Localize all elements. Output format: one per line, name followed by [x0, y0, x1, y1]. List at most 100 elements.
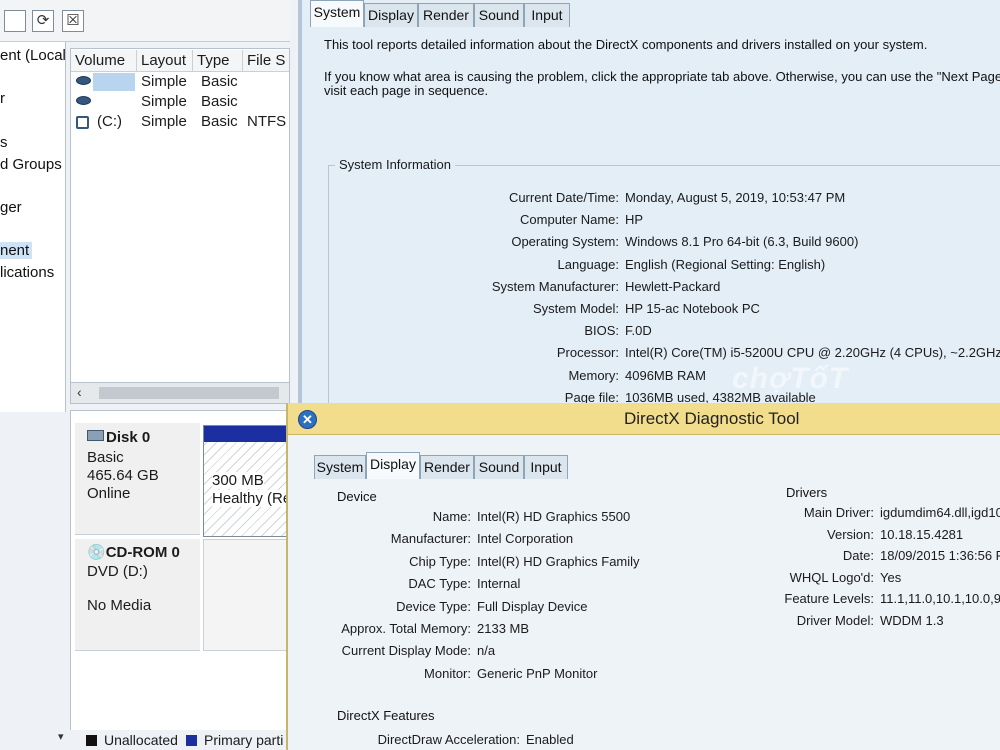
- driver-row-label: Date:: [842, 548, 874, 564]
- drivers-section-title: Drivers: [786, 485, 828, 500]
- tab-render[interactable]: Render: [420, 455, 474, 479]
- tree-item[interactable]: s: [0, 134, 8, 151]
- volume-layout[interactable]: Simple: [141, 73, 187, 90]
- tab-system[interactable]: System: [310, 0, 364, 27]
- tree-item[interactable]: lications: [0, 264, 54, 281]
- tab-sound[interactable]: Sound: [474, 455, 524, 479]
- cdrom-icon: 💿: [87, 544, 106, 561]
- system-info-row-value: Windows 8.1 Pro 64-bit (6.3, Build 9600): [625, 234, 859, 250]
- device-row-value: Intel(R) HD Graphics Family: [477, 553, 640, 569]
- refresh-icon[interactable]: ⟳: [32, 10, 54, 32]
- system-info-row-value: 4096MB RAM: [625, 367, 706, 383]
- system-info-row-label: System Manufacturer:: [491, 278, 619, 294]
- cdrom-partition-block[interactable]: [203, 539, 291, 651]
- device-row-value: 2133 MB: [477, 621, 530, 636]
- device-row-value: Intel Corporation: [477, 531, 574, 547]
- primary-swatch: [186, 735, 197, 746]
- title-bar[interactable]: ✕ DirectX Diagnostic Tool: [288, 403, 1000, 435]
- properties-icon[interactable]: ☒: [62, 10, 84, 32]
- tab-sound[interactable]: Sound: [474, 3, 524, 27]
- device-row-label: Name:: [432, 509, 471, 524]
- device-row-label: Manufacturer:: [390, 531, 471, 547]
- tab-render[interactable]: Render: [418, 3, 474, 27]
- back-button[interactable]: [4, 10, 26, 32]
- partition-type-bar: [204, 426, 290, 442]
- tab-system[interactable]: System: [314, 455, 366, 479]
- driver-row-value: 18/09/2015 1:36:56 PM: [880, 548, 1000, 564]
- tab-input[interactable]: Input: [524, 455, 568, 479]
- cdrom-media: No Media: [87, 597, 152, 614]
- dxdiag-front-window: ✕ DirectX Diagnostic Tool System Display…: [286, 403, 1000, 750]
- tree-item[interactable]: ger: [0, 199, 22, 216]
- scroll-down-icon[interactable]: ▾: [58, 730, 70, 750]
- volume-layout[interactable]: Simple: [141, 93, 187, 110]
- system-info-row-value: HP 15-ac Notebook PC: [625, 301, 760, 316]
- tab-display[interactable]: Display: [366, 452, 420, 479]
- system-info-row-value: Intel(R) Core(TM) i5-5200U CPU @ 2.20GHz…: [625, 345, 1000, 361]
- disk-0-label[interactable]: Disk 0 Basic 465.64 GB Online: [75, 423, 200, 535]
- device-row-value: Internal: [477, 576, 521, 592]
- legend-unallocated: Unallocated: [104, 732, 178, 748]
- system-information-group: System Information Current Date/Time: Mon…: [328, 157, 1000, 435]
- tab-display[interactable]: Display: [364, 3, 418, 27]
- cdrom-0-label[interactable]: 💿CD-ROM 0 DVD (D:) No Media: [75, 539, 200, 651]
- partition-size: 300 MB: [212, 472, 264, 489]
- horizontal-scrollbar[interactable]: ‹: [70, 382, 290, 404]
- system-info-row-value: Hewlett-Packard: [625, 278, 721, 294]
- system-info-row-value: HP: [625, 212, 644, 228]
- disk-management-window: ⟳ ☒ ent (Local r s d Groups ger nent lic…: [0, 0, 300, 750]
- device-row-label: Chip Type:: [409, 553, 471, 569]
- partition-status: Healthy (Re: [212, 490, 292, 507]
- device-row-value: n/a: [477, 643, 496, 659]
- volume-type[interactable]: Basic: [201, 93, 238, 110]
- selected-row-highlight: [93, 73, 135, 91]
- tree-item[interactable]: r: [0, 90, 5, 107]
- tree-item[interactable]: ent (Local: [0, 47, 65, 64]
- tab-input[interactable]: Input: [524, 3, 570, 27]
- disk-size: 465.64 GB: [87, 467, 159, 484]
- unallocated-swatch: [86, 735, 97, 746]
- volume-layout[interactable]: Simple: [141, 113, 187, 130]
- driver-row-label: Main Driver:: [803, 505, 874, 520]
- group-title: System Information: [335, 157, 455, 172]
- system-info-row-label: System Model:: [533, 301, 619, 316]
- volume-name[interactable]: (C:): [97, 113, 122, 130]
- scroll-left-icon[interactable]: ‹: [77, 384, 82, 400]
- legend-primary: Primary parti: [204, 732, 284, 748]
- system-info-row-label: Language:: [557, 256, 619, 272]
- volume-list: Volume Layout Type File S Simple Basic S…: [70, 48, 290, 403]
- cdrom-drive: DVD (D:): [87, 563, 148, 580]
- column-type[interactable]: Type: [193, 50, 243, 72]
- scroll-thumb[interactable]: [99, 387, 279, 399]
- volume-icon: [76, 96, 91, 105]
- tree-item-disk-management[interactable]: nent: [0, 242, 33, 259]
- device-row-value: Intel(R) HD Graphics 5500: [477, 509, 631, 524]
- system-info-row-label: Memory:: [568, 367, 619, 383]
- features-section-title: DirectX Features: [337, 708, 435, 723]
- tree-item[interactable]: d Groups: [0, 156, 62, 173]
- driver-row-label: Feature Levels:: [784, 591, 874, 607]
- system-info-row-label: Processor:: [556, 345, 619, 361]
- volume-filesystem[interactable]: NTFS: [247, 113, 286, 130]
- partition-block[interactable]: 300 MB Healthy (Re: [203, 425, 292, 537]
- device-row-label: Device Type:: [396, 598, 471, 614]
- device-section-title: Device: [337, 489, 377, 504]
- device-row-label: DAC Type:: [408, 576, 471, 592]
- disk-name: Disk 0: [106, 429, 151, 446]
- column-layout[interactable]: Layout: [137, 50, 193, 72]
- volume-type[interactable]: Basic: [201, 73, 238, 90]
- column-file-system[interactable]: File S: [243, 50, 289, 72]
- volume-icon: [76, 116, 89, 129]
- toolbar: ⟳ ☒: [0, 0, 290, 42]
- disk-status: Online: [87, 485, 131, 502]
- system-info-row-label: Computer Name:: [520, 212, 619, 228]
- cdrom-name: CD-ROM 0: [105, 544, 180, 561]
- system-info-row-label: Current Date/Time:: [508, 190, 619, 205]
- intro-line: visit each page in sequence.: [324, 83, 489, 98]
- column-volume[interactable]: Volume: [71, 50, 137, 72]
- intro-line: If you know what area is causing the pro…: [324, 69, 1000, 84]
- volume-type[interactable]: Basic: [201, 113, 238, 130]
- feature-row-value: Enabled: [526, 732, 574, 747]
- device-row-label: Current Display Mode:: [341, 643, 471, 659]
- device-row-value: Generic PnP Monitor: [477, 665, 598, 681]
